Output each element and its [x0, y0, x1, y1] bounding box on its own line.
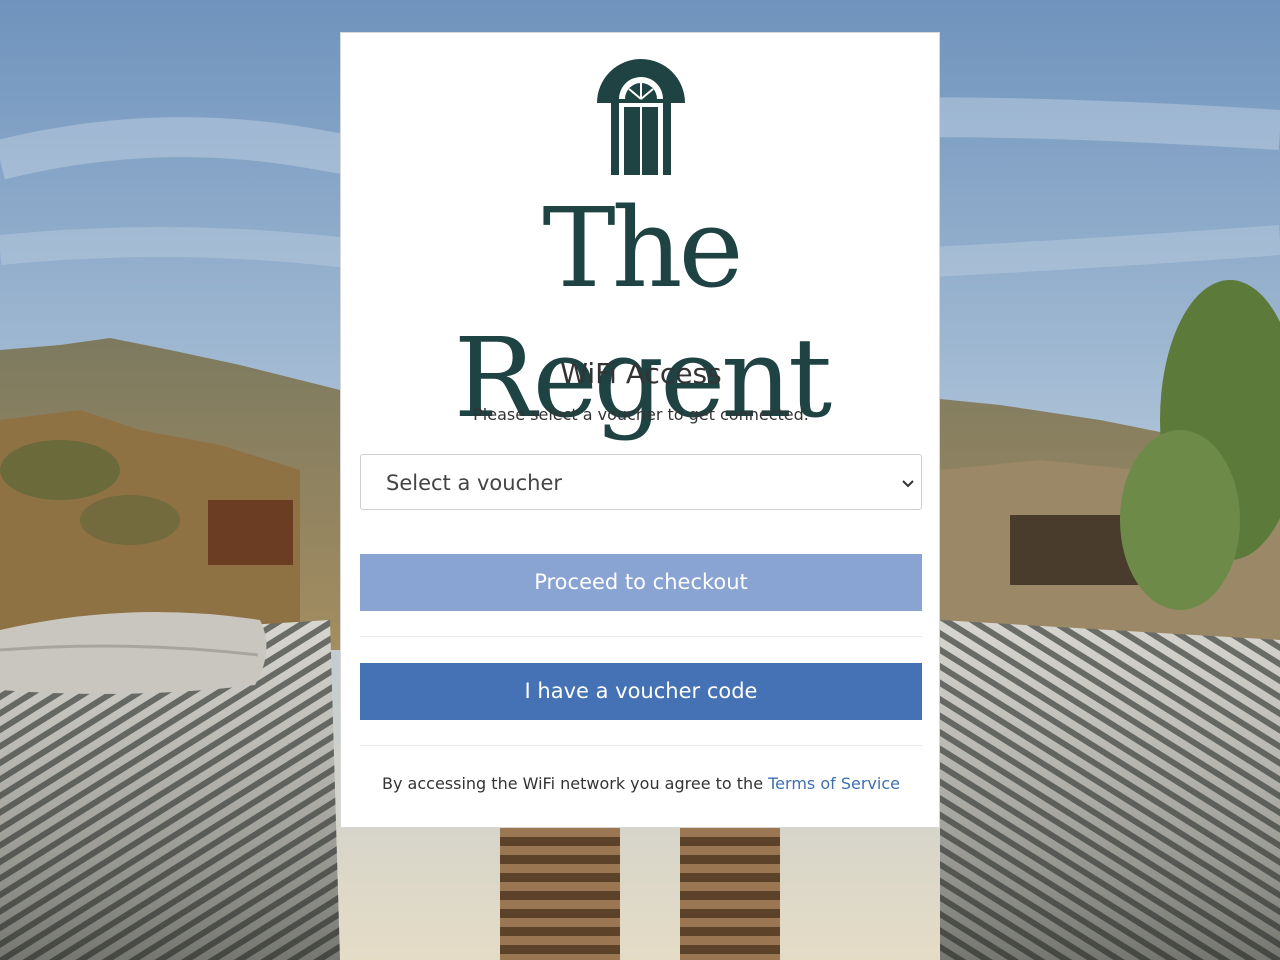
page-subtitle: Please select a voucher to get connected… — [473, 405, 809, 424]
terms-of-service-link[interactable]: Terms of Service — [768, 774, 900, 793]
chevron-down-icon — [901, 475, 915, 489]
voucher-code-button[interactable]: I have a voucher code — [360, 663, 922, 720]
terms-prefix: By accessing the WiFi network you agree … — [382, 774, 769, 793]
wifi-login-card: The Regent WiFi Access Please select a v… — [340, 32, 940, 828]
page-title: WiFi Access — [560, 357, 722, 390]
voucher-select[interactable]: Select a voucher — [360, 454, 922, 510]
voucher-select-value: Select a voucher — [386, 471, 562, 495]
arched-door-icon — [593, 51, 689, 177]
terms-notice: By accessing the WiFi network you agree … — [341, 773, 941, 795]
divider — [360, 636, 922, 637]
proceed-to-checkout-button[interactable]: Proceed to checkout — [360, 554, 922, 611]
divider — [360, 745, 922, 746]
